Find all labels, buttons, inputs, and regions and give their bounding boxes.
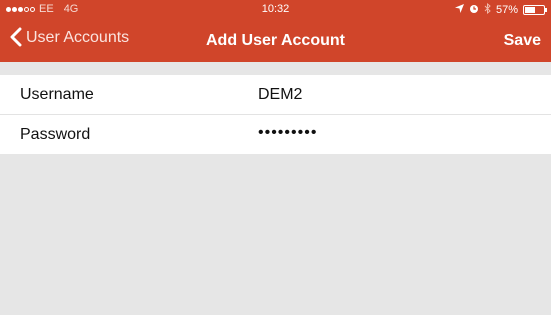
alarm-icon xyxy=(469,4,479,17)
password-label: Password xyxy=(20,126,91,143)
username-field[interactable]: DEM2 xyxy=(258,86,302,104)
username-row[interactable]: Username DEM2 xyxy=(0,75,551,115)
page-title: Add User Account xyxy=(206,32,345,49)
battery-percent: 57% xyxy=(495,4,518,16)
navigation-bar: User Accounts Add User Account Save xyxy=(0,27,551,57)
status-right: 57% xyxy=(454,2,547,17)
password-row[interactable]: Password ••••••••• xyxy=(0,115,551,154)
content-area: Username DEM2 Password ••••••••• xyxy=(0,62,551,315)
location-icon xyxy=(454,4,464,16)
top-bar: EE 4G 10:32 57% User Accounts Add User A… xyxy=(0,0,551,62)
username-label: Username xyxy=(20,86,94,103)
password-field[interactable]: ••••••••• xyxy=(258,124,317,142)
form-list: Username DEM2 Password ••••••••• xyxy=(0,75,551,154)
bluetooth-icon xyxy=(484,2,491,17)
status-bar: EE 4G 10:32 57% xyxy=(0,0,551,18)
battery-icon xyxy=(523,5,547,15)
save-button[interactable]: Save xyxy=(504,32,541,50)
